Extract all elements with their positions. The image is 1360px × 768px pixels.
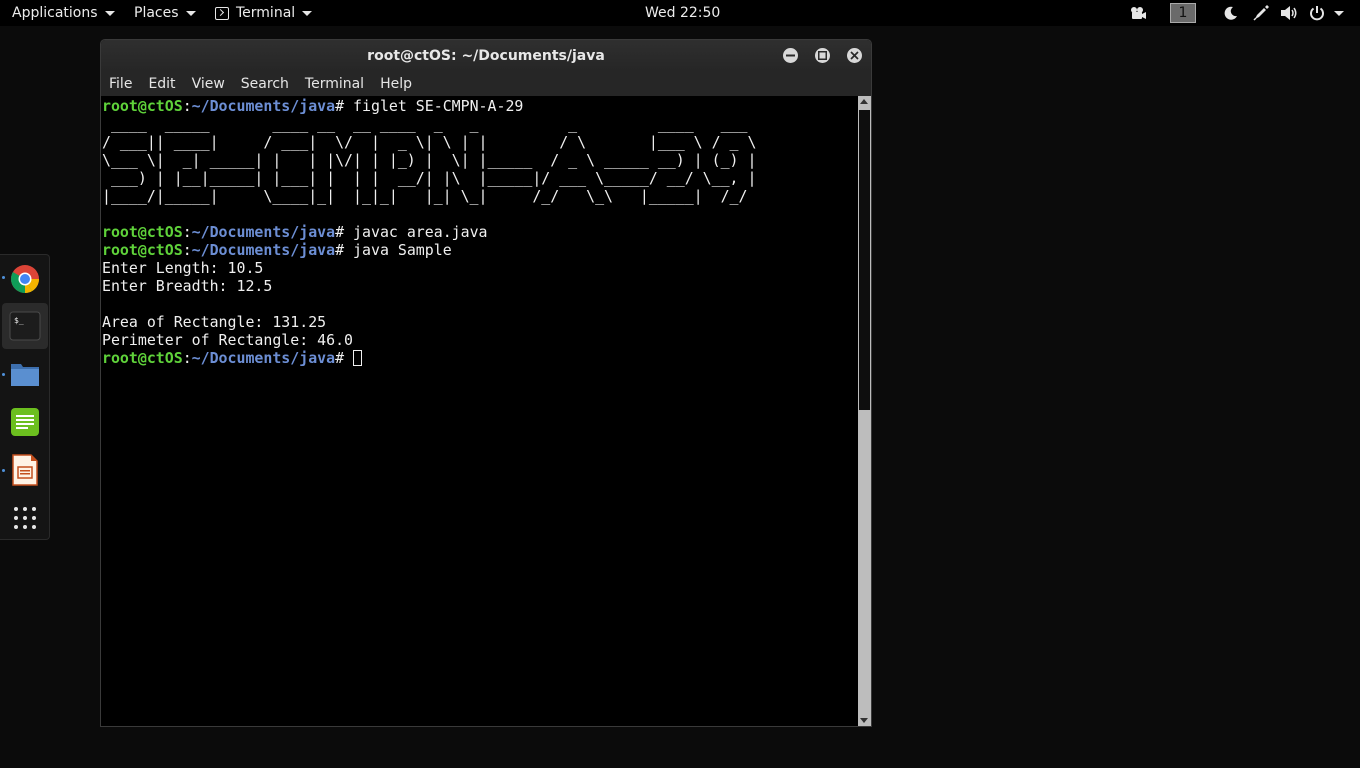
clock-label: Wed 22:50	[645, 5, 721, 21]
terminal-window: root@ctOS: ~/Documents/java File Edit Vi…	[100, 39, 872, 727]
applications-menu[interactable]: Applications	[12, 0, 115, 26]
prompt-user: root@ctOS	[102, 97, 183, 115]
figlet-line: |____/|_____| \____|_| |_|_| |_| \_| /_/…	[102, 187, 757, 205]
terminal-screen[interactable]: root@ctOS:~/Documents/java# figlet SE-CM…	[101, 96, 859, 726]
window-titlebar[interactable]: root@ctOS: ~/Documents/java	[101, 40, 871, 71]
chevron-down-icon	[302, 10, 313, 16]
menu-help[interactable]: Help	[372, 76, 420, 92]
chevron-down-icon	[1334, 10, 1344, 16]
chevron-down-icon	[104, 10, 115, 16]
output-line: Perimeter of Rectangle: 46.0	[102, 331, 354, 349]
dock-chrome[interactable]	[2, 256, 48, 302]
volume-icon[interactable]	[1280, 0, 1298, 26]
figlet-line: ___) | |__|_____| |___| | | | __/| |\ |_…	[102, 169, 757, 187]
prompt-symbol: #	[335, 241, 345, 259]
places-menu[interactable]: Places	[134, 0, 196, 26]
menu-file[interactable]: File	[101, 76, 140, 92]
prompt-path: ~/Documents/java	[191, 349, 336, 367]
libreoffice-impress-icon	[12, 454, 38, 486]
command-text: figlet SE-CMPN-A-29	[344, 97, 524, 115]
terminal-icon: $_	[9, 311, 41, 341]
files-icon	[11, 364, 39, 386]
scrollbar-thumb[interactable]	[859, 110, 870, 410]
dock-files[interactable]	[2, 351, 48, 397]
terminal-output: root@ctOS:~/Documents/java# figlet SE-CM…	[102, 97, 766, 367]
places-label: Places	[134, 5, 179, 21]
terminal-scrollbar[interactable]	[858, 96, 871, 726]
workspace-indicator[interactable]: 1	[1170, 0, 1196, 26]
video-camera-icon[interactable]	[1129, 0, 1147, 26]
menu-edit[interactable]: Edit	[140, 76, 183, 92]
command-text	[344, 349, 353, 367]
window-menubar: File Edit View Search Terminal Help	[101, 71, 871, 97]
close-button[interactable]	[847, 48, 862, 63]
output-line: Enter Length: 10.5	[102, 259, 264, 277]
close-icon	[850, 51, 859, 60]
scroll-down-icon[interactable]	[860, 718, 868, 723]
power-menu[interactable]	[1309, 0, 1344, 26]
menu-view[interactable]: View	[184, 76, 233, 92]
power-icon	[1310, 6, 1324, 21]
prompt-symbol: #	[335, 349, 345, 367]
menu-terminal[interactable]: Terminal	[297, 76, 372, 92]
prompt-user: root@ctOS	[102, 223, 183, 241]
scroll-up-icon[interactable]	[860, 99, 868, 104]
text-editor-icon	[11, 408, 39, 436]
maximize-icon	[818, 51, 827, 60]
menu-search[interactable]: Search	[233, 76, 297, 92]
output-line: Area of Rectangle: 131.25	[102, 313, 327, 331]
prompt-user: root@ctOS	[102, 349, 183, 367]
dock-show-applications[interactable]	[2, 495, 48, 541]
chevron-down-icon	[185, 10, 196, 16]
prompt-path: ~/Documents/java	[191, 241, 336, 259]
prompt-path: ~/Documents/java	[191, 223, 336, 241]
night-light-icon[interactable]	[1224, 0, 1238, 26]
text-cursor	[353, 350, 363, 366]
figlet-line: ____ _____ ____ __ __ ____ _ _ _ ____ __…	[102, 115, 766, 133]
figlet-line: / ___|| ____| / ___| \/ | _ \| \ | | / \…	[102, 133, 766, 151]
figlet-line: \___ \| _| _____| | | |\/| | |_) | \| |_…	[102, 151, 757, 169]
minimize-button[interactable]	[783, 48, 798, 63]
prompt-symbol: #	[335, 97, 345, 115]
window-title: root@ctOS: ~/Documents/java	[367, 47, 605, 64]
prompt-symbol: #	[335, 223, 345, 241]
terminal-app-label: Terminal	[236, 5, 296, 21]
svg-text:$_: $_	[14, 316, 24, 325]
chrome-icon	[11, 265, 39, 293]
terminal-app-menu[interactable]: Terminal	[215, 0, 313, 26]
dock-libreoffice-impress[interactable]	[2, 447, 48, 493]
dock-text-editor[interactable]	[2, 399, 48, 445]
prompt-user: root@ctOS	[102, 241, 183, 259]
output-line: Enter Breadth: 12.5	[102, 277, 273, 295]
terminal-icon	[215, 6, 229, 20]
clock[interactable]: Wed 22:50	[645, 0, 720, 26]
minimize-icon	[786, 54, 795, 57]
prompt-path: ~/Documents/java	[191, 97, 336, 115]
app-grid-icon	[14, 507, 36, 529]
pen-tablet-icon[interactable]	[1253, 0, 1269, 26]
dash-dock: $_	[0, 254, 50, 540]
applications-label: Applications	[12, 5, 98, 21]
maximize-button[interactable]	[815, 48, 830, 63]
dock-terminal[interactable]: $_	[2, 303, 48, 349]
command-text: java Sample	[344, 241, 452, 259]
workspace-number: 1	[1170, 3, 1196, 23]
command-text: javac area.java	[344, 223, 488, 241]
top-panel: Applications Places Terminal Wed 22:50 1	[0, 0, 1360, 26]
